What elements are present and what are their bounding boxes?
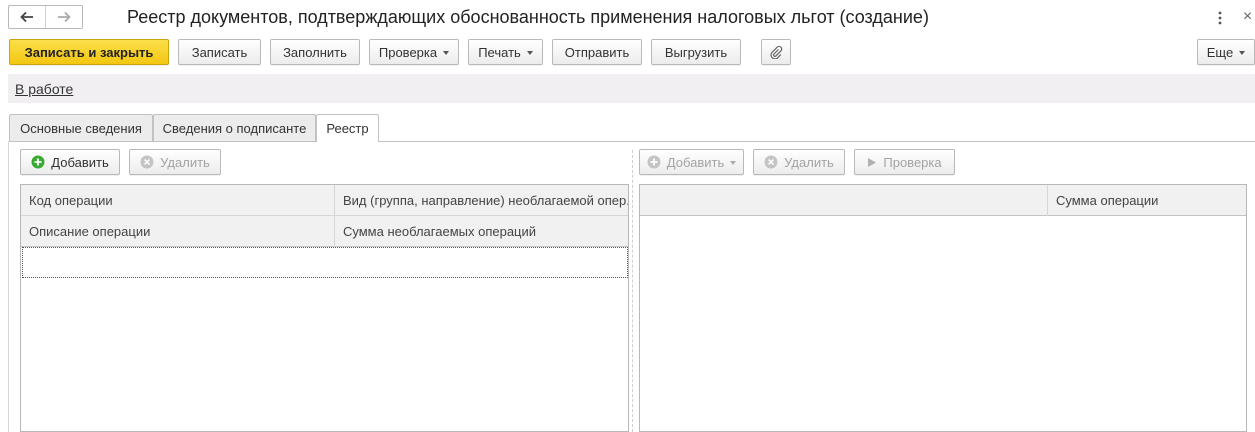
- right-registry-table: Сумма операции: [639, 184, 1247, 432]
- plus-circle-icon: [31, 155, 45, 169]
- status-link[interactable]: В работе: [15, 81, 73, 97]
- column-header-op-description[interactable]: Описание операции: [21, 216, 334, 247]
- check-dropdown-button[interactable]: Проверка: [369, 39, 459, 65]
- add-label: Добавить: [666, 154, 725, 170]
- print-label: Печать: [478, 44, 521, 60]
- save-and-close-button[interactable]: Записать и закрыть: [9, 39, 169, 65]
- right-check-button[interactable]: Проверка: [854, 149, 955, 175]
- column-header-op-kind[interactable]: Вид (группа, направление) необлагаемой о…: [335, 185, 628, 216]
- more-label: Еще: [1206, 44, 1234, 60]
- tab-main-info[interactable]: Основные сведения: [9, 114, 153, 141]
- column-header-empty[interactable]: [640, 185, 1047, 216]
- tab-divider: [8, 141, 1255, 142]
- tab-label: Сведения о подписанте: [162, 120, 307, 136]
- table-row[interactable]: [22, 247, 628, 278]
- check-label: Проверка: [883, 154, 942, 170]
- left-delete-button[interactable]: Удалить: [129, 149, 221, 175]
- status-strip: [8, 74, 1255, 103]
- arrow-right-icon: [58, 11, 71, 23]
- column-header-op-code[interactable]: Код операции: [21, 185, 334, 216]
- play-icon: [867, 157, 877, 168]
- chevron-down-icon: [443, 50, 450, 55]
- export-button[interactable]: Выгрузить: [651, 39, 741, 65]
- forward-button[interactable]: [45, 6, 82, 28]
- navigation-buttons: [8, 5, 83, 29]
- left-add-button[interactable]: Добавить: [20, 149, 120, 175]
- column-header-op-sum[interactable]: Сумма операции: [1048, 185, 1246, 216]
- fill-label: Заполнить: [283, 44, 347, 60]
- send-label: Отправить: [564, 44, 630, 60]
- right-add-button[interactable]: Добавить: [639, 149, 744, 175]
- delete-circle-icon: [764, 155, 778, 169]
- check-label: Проверка: [378, 44, 438, 60]
- panel-splitter[interactable]: [632, 150, 633, 432]
- fill-button[interactable]: Заполнить: [270, 39, 360, 65]
- paperclip-icon: [770, 45, 783, 59]
- chevron-down-icon: [1239, 50, 1246, 55]
- tab-label: Основные сведения: [20, 120, 142, 136]
- add-label: Добавить: [51, 154, 109, 170]
- attach-file-button[interactable]: [761, 39, 791, 65]
- window-title: Реестр документов, подтверждающих обосно…: [127, 7, 929, 27]
- more-button[interactable]: Еще: [1197, 39, 1255, 65]
- save-and-close-label: Записать и закрыть: [24, 44, 154, 60]
- tab-panel-border: [8, 141, 9, 432]
- save-label: Записать: [191, 44, 248, 60]
- chevron-down-icon: [730, 160, 737, 165]
- column-header-untaxed-sum[interactable]: Сумма необлагаемых операций: [335, 216, 628, 247]
- more-actions-icon[interactable]: [1212, 8, 1228, 28]
- export-label: Выгрузить: [664, 44, 728, 60]
- delete-label: Удалить: [784, 154, 834, 170]
- chevron-down-icon: [526, 50, 533, 55]
- print-dropdown-button[interactable]: Печать: [468, 39, 543, 65]
- plus-circle-icon: [647, 155, 661, 169]
- arrow-left-icon: [20, 11, 33, 23]
- save-button[interactable]: Записать: [178, 39, 261, 65]
- tab-label: Реестр: [326, 121, 369, 136]
- tab-registry[interactable]: Реестр: [316, 114, 379, 142]
- delete-label: Удалить: [160, 154, 210, 170]
- tab-signer-info[interactable]: Сведения о подписанте: [153, 114, 316, 141]
- delete-circle-icon: [140, 155, 154, 169]
- right-delete-button[interactable]: Удалить: [753, 149, 845, 175]
- send-button[interactable]: Отправить: [552, 39, 642, 65]
- close-icon[interactable]: ×: [1240, 6, 1255, 28]
- back-button[interactable]: [9, 6, 45, 28]
- left-registry-table: Код операции Вид (группа, направление) н…: [20, 184, 629, 432]
